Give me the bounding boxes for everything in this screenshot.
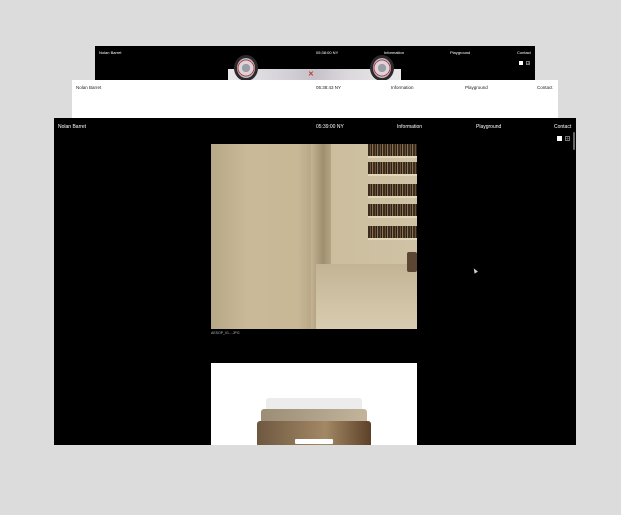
- ui-preview-image[interactable]: [211, 363, 417, 445]
- shelf-graphic: [368, 162, 417, 176]
- nav-bar: Nolan Barret 05:39:00 NY Information Pla…: [54, 118, 576, 134]
- red-logo-graphic: ✕: [308, 71, 314, 78]
- site-name-link[interactable]: Nolan Barret: [76, 85, 101, 90]
- nav-contact-link[interactable]: Contact: [537, 85, 553, 90]
- shelf-graphic: [368, 184, 417, 198]
- mini-nav-graphic: [295, 439, 333, 444]
- grid-view-icon[interactable]: [526, 61, 530, 65]
- clock-text: 05:38:43 NY: [316, 85, 342, 90]
- nav-contact-link[interactable]: Contact: [554, 124, 571, 130]
- single-view-icon[interactable]: [519, 61, 523, 65]
- shelf-graphic: [368, 144, 417, 158]
- nav-contact-link[interactable]: Contact: [517, 50, 531, 55]
- stool-graphic: [407, 252, 417, 272]
- shelf-graphic: [368, 226, 417, 240]
- floor-graphic: [316, 264, 417, 329]
- nav-playground-link[interactable]: Playground: [476, 124, 501, 130]
- mouse-cursor-icon: [472, 267, 478, 274]
- clock-text: 05:38:00 NY: [316, 50, 339, 55]
- browser-window-front: Nolan Barret 05:39:00 NY Information Pla…: [54, 118, 576, 445]
- nav-bar: Nolan Barret 05:38:43 NY Information Pla…: [72, 80, 558, 94]
- single-view-icon[interactable]: [557, 136, 562, 141]
- image-caption: AESOP_01....JPG: [211, 331, 240, 335]
- clock-text: 05:39:00 NY: [316, 124, 344, 130]
- site-name-link[interactable]: Nolan Barret: [99, 50, 121, 55]
- wheel-graphic: [234, 55, 258, 81]
- nav-bar: Nolan Barret 05:38:00 NY Information Pla…: [95, 46, 535, 60]
- wheel-graphic: [370, 55, 394, 81]
- nav-playground-link[interactable]: Playground: [465, 85, 488, 90]
- nav-information-link[interactable]: Information: [397, 124, 422, 130]
- shelf-graphic: [368, 204, 417, 218]
- nav-information-link[interactable]: Information: [384, 50, 404, 55]
- nav-information-link[interactable]: Information: [391, 85, 414, 90]
- nav-playground-link[interactable]: Playground: [450, 50, 470, 55]
- grid-view-icon[interactable]: [565, 136, 570, 141]
- site-name-link[interactable]: Nolan Barret: [58, 124, 86, 130]
- browser-window-middle: Nolan Barret 05:38:43 NY Information Pla…: [72, 80, 558, 122]
- scrollbar[interactable]: [573, 132, 575, 150]
- interior-photo[interactable]: [211, 144, 417, 329]
